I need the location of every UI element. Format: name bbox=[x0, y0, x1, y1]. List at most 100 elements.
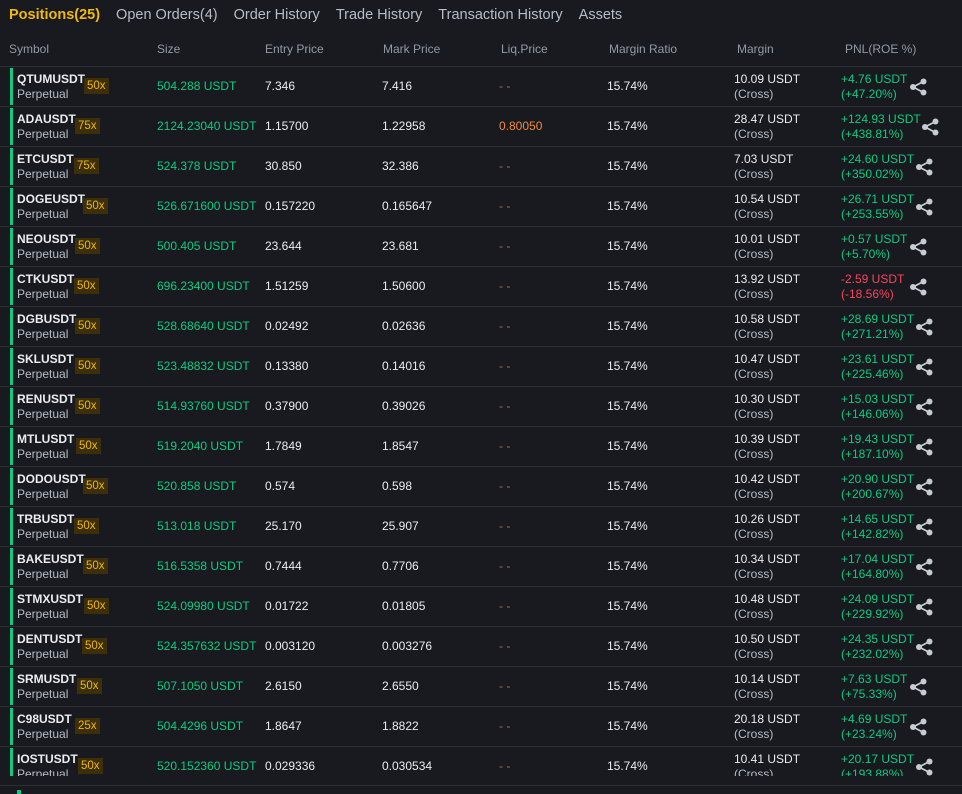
table-row[interactable]: DENTUSDT Perpetual 50x 524.357632 USDT 0.003… bbox=[0, 626, 962, 666]
position-size: 524.09980 USDT bbox=[157, 599, 250, 613]
share-icon[interactable] bbox=[909, 238, 928, 256]
leverage-badge[interactable]: 50x bbox=[84, 78, 109, 94]
leverage-badge[interactable]: 25x bbox=[75, 718, 100, 734]
column-header-entry-price[interactable]: Entry Price bbox=[265, 42, 324, 56]
symbol-name[interactable]: MTLUSDT bbox=[17, 432, 74, 447]
column-header-margin[interactable]: Margin bbox=[737, 42, 774, 56]
column-header-size[interactable]: Size bbox=[157, 42, 180, 56]
leverage-badge[interactable]: 50x bbox=[82, 638, 107, 654]
column-header-mark-price[interactable]: Mark Price bbox=[383, 42, 440, 56]
leverage-badge[interactable]: 50x bbox=[77, 678, 102, 694]
liquidation-price: - - bbox=[499, 599, 511, 613]
leverage-badge[interactable]: 50x bbox=[83, 558, 108, 574]
share-icon[interactable] bbox=[915, 158, 934, 176]
symbol-name[interactable]: SRMUSDT bbox=[17, 672, 76, 687]
pnl-value: +26.71 USDT (+253.55%) bbox=[841, 192, 914, 222]
share-icon[interactable] bbox=[915, 598, 934, 616]
share-icon[interactable] bbox=[915, 438, 934, 456]
tab-transaction-history[interactable]: Transaction History bbox=[438, 7, 562, 23]
column-header-pnl[interactable]: PNL(ROE %) bbox=[845, 42, 916, 56]
symbol-name[interactable]: DENTUSDT bbox=[17, 632, 82, 647]
table-row[interactable]: SKLUSDT Perpetual 50x 523.48832 USDT 0.13380… bbox=[0, 346, 962, 386]
leverage-badge[interactable]: 50x bbox=[74, 278, 99, 294]
table-row[interactable]: C98USDT Perpetual 25x 504.4296 USDT 1.8647 1.… bbox=[0, 706, 962, 746]
symbol-name[interactable]: DGBUSDT bbox=[17, 312, 76, 327]
table-row[interactable]: STMXUSDT Perpetual 50x 524.09980 USDT 0.0172… bbox=[0, 586, 962, 626]
entry-price: 1.7849 bbox=[265, 439, 302, 453]
share-icon[interactable] bbox=[915, 638, 934, 656]
symbol-name[interactable]: ADAUSDT bbox=[17, 112, 76, 127]
liquidation-price: - - bbox=[499, 559, 511, 573]
share-icon[interactable] bbox=[915, 758, 934, 776]
share-icon[interactable] bbox=[915, 198, 934, 216]
symbol-name[interactable]: CTKUSDT bbox=[17, 272, 74, 287]
symbol-name[interactable]: RENUSDT bbox=[17, 392, 75, 407]
symbol-name[interactable]: DODOUSDT bbox=[17, 472, 86, 487]
liquidation-price: - - bbox=[499, 719, 511, 733]
symbol-name[interactable]: NEOUSDT bbox=[17, 232, 76, 247]
symbol-name[interactable]: BAKEUSDT bbox=[17, 552, 84, 567]
leverage-badge[interactable]: 50x bbox=[74, 518, 99, 534]
tab-assets[interactable]: Assets bbox=[579, 7, 623, 23]
table-row[interactable]: DOGEUSDT Perpetual 50x 526.671600 USDT 0.157… bbox=[0, 186, 962, 226]
leverage-badge[interactable]: 50x bbox=[75, 318, 100, 334]
share-icon[interactable] bbox=[915, 478, 934, 496]
table-row[interactable]: CTKUSDT Perpetual 50x 696.23400 USDT 1.51259… bbox=[0, 266, 962, 306]
share-icon[interactable] bbox=[921, 118, 940, 136]
pnl-value: +4.69 USDT (+23.24%) bbox=[841, 712, 907, 742]
symbol-name[interactable]: IOSTUSDT bbox=[17, 752, 78, 767]
tab-trade-history[interactable]: Trade History bbox=[336, 7, 422, 23]
tab-open-orders[interactable]: Open Orders(4) bbox=[116, 7, 218, 23]
symbol-name[interactable]: SKLUSDT bbox=[17, 352, 74, 367]
share-icon[interactable] bbox=[915, 318, 934, 336]
symbol-name[interactable]: QTUMUSDT bbox=[17, 72, 85, 87]
share-icon[interactable] bbox=[915, 518, 934, 536]
table-row[interactable]: MTLUSDT Perpetual 50x 519.2040 USDT 1.7849 1.… bbox=[0, 426, 962, 466]
leverage-badge[interactable]: 50x bbox=[75, 398, 100, 414]
leverage-badge[interactable]: 50x bbox=[75, 358, 100, 374]
table-row[interactable]: QTUMUSDT Perpetual 50x 504.288 USDT 7.346 7.4… bbox=[0, 66, 962, 106]
column-header-symbol[interactable]: Symbol bbox=[9, 42, 49, 56]
table-row[interactable]: DODOUSDT Perpetual 50x 520.858 USDT 0.574 0.5… bbox=[0, 466, 962, 506]
share-icon[interactable] bbox=[909, 78, 928, 96]
table-row[interactable]: SRMUSDT Perpetual 50x 507.1050 USDT 2.6150 2.… bbox=[0, 666, 962, 706]
symbol-name[interactable]: DOGEUSDT bbox=[17, 192, 85, 207]
share-icon[interactable] bbox=[915, 558, 934, 576]
share-icon[interactable] bbox=[915, 358, 934, 376]
leverage-badge[interactable]: 50x bbox=[76, 438, 101, 454]
table-row[interactable]: DGBUSDT Perpetual 50x 528.68640 USDT 0.02492… bbox=[0, 306, 962, 346]
positions-table[interactable]: QTUMUSDT Perpetual 50x 504.288 USDT 7.346 7.4… bbox=[0, 66, 962, 776]
position-side-indicator bbox=[10, 108, 13, 145]
symbol-name[interactable]: ETCUSDT bbox=[17, 152, 74, 167]
margin-value: 20.18 USDT (Cross) bbox=[734, 712, 800, 742]
table-row[interactable]: BAKEUSDT Perpetual 50x 516.5358 USDT 0.7444 0… bbox=[0, 546, 962, 586]
tab-order-history[interactable]: Order History bbox=[234, 7, 320, 23]
table-row[interactable]: TRBUSDT Perpetual 50x 513.018 USDT 25.170 25.… bbox=[0, 506, 962, 546]
contract-type: Perpetual bbox=[17, 287, 69, 301]
column-header-liq-price[interactable]: Liq.Price bbox=[501, 42, 548, 56]
margin-value: 10.39 USDT (Cross) bbox=[734, 432, 800, 462]
margin-amount: 10.30 USDT bbox=[734, 392, 801, 406]
share-icon[interactable] bbox=[909, 278, 928, 296]
leverage-badge[interactable]: 50x bbox=[83, 478, 108, 494]
symbol-name[interactable]: STMXUSDT bbox=[17, 592, 83, 607]
share-icon[interactable] bbox=[915, 398, 934, 416]
share-icon[interactable] bbox=[909, 718, 928, 736]
table-row[interactable]: RENUSDT Perpetual 50x 514.93760 USDT 0.37900… bbox=[0, 386, 962, 426]
leverage-badge[interactable]: 50x bbox=[78, 758, 103, 774]
liquidation-price: - - bbox=[499, 679, 511, 693]
table-row[interactable]: ADAUSDT Perpetual 75x 2124.23040 USDT 1.1570… bbox=[0, 106, 962, 146]
symbol-name[interactable]: C98USDT bbox=[17, 712, 72, 727]
share-icon[interactable] bbox=[909, 678, 928, 696]
leverage-badge[interactable]: 75x bbox=[74, 158, 99, 174]
column-header-margin-ratio[interactable]: Margin Ratio bbox=[609, 42, 677, 56]
leverage-badge[interactable]: 50x bbox=[75, 238, 100, 254]
leverage-badge[interactable]: 75x bbox=[75, 118, 100, 134]
symbol-name[interactable]: TRBUSDT bbox=[17, 512, 74, 527]
table-row[interactable]: NEOUSDT Perpetual 50x 500.405 USDT 23.644 23.… bbox=[0, 226, 962, 266]
leverage-badge[interactable]: 50x bbox=[84, 598, 109, 614]
leverage-badge[interactable]: 50x bbox=[83, 198, 108, 214]
tab-positions[interactable]: Positions(25) bbox=[9, 7, 100, 23]
table-row[interactable]: ETCUSDT Perpetual 75x 524.378 USDT 30.850 32.… bbox=[0, 146, 962, 186]
table-row[interactable]: IOSTUSDT Perpetual 50x 520.152360 USDT 0.029… bbox=[0, 746, 962, 776]
